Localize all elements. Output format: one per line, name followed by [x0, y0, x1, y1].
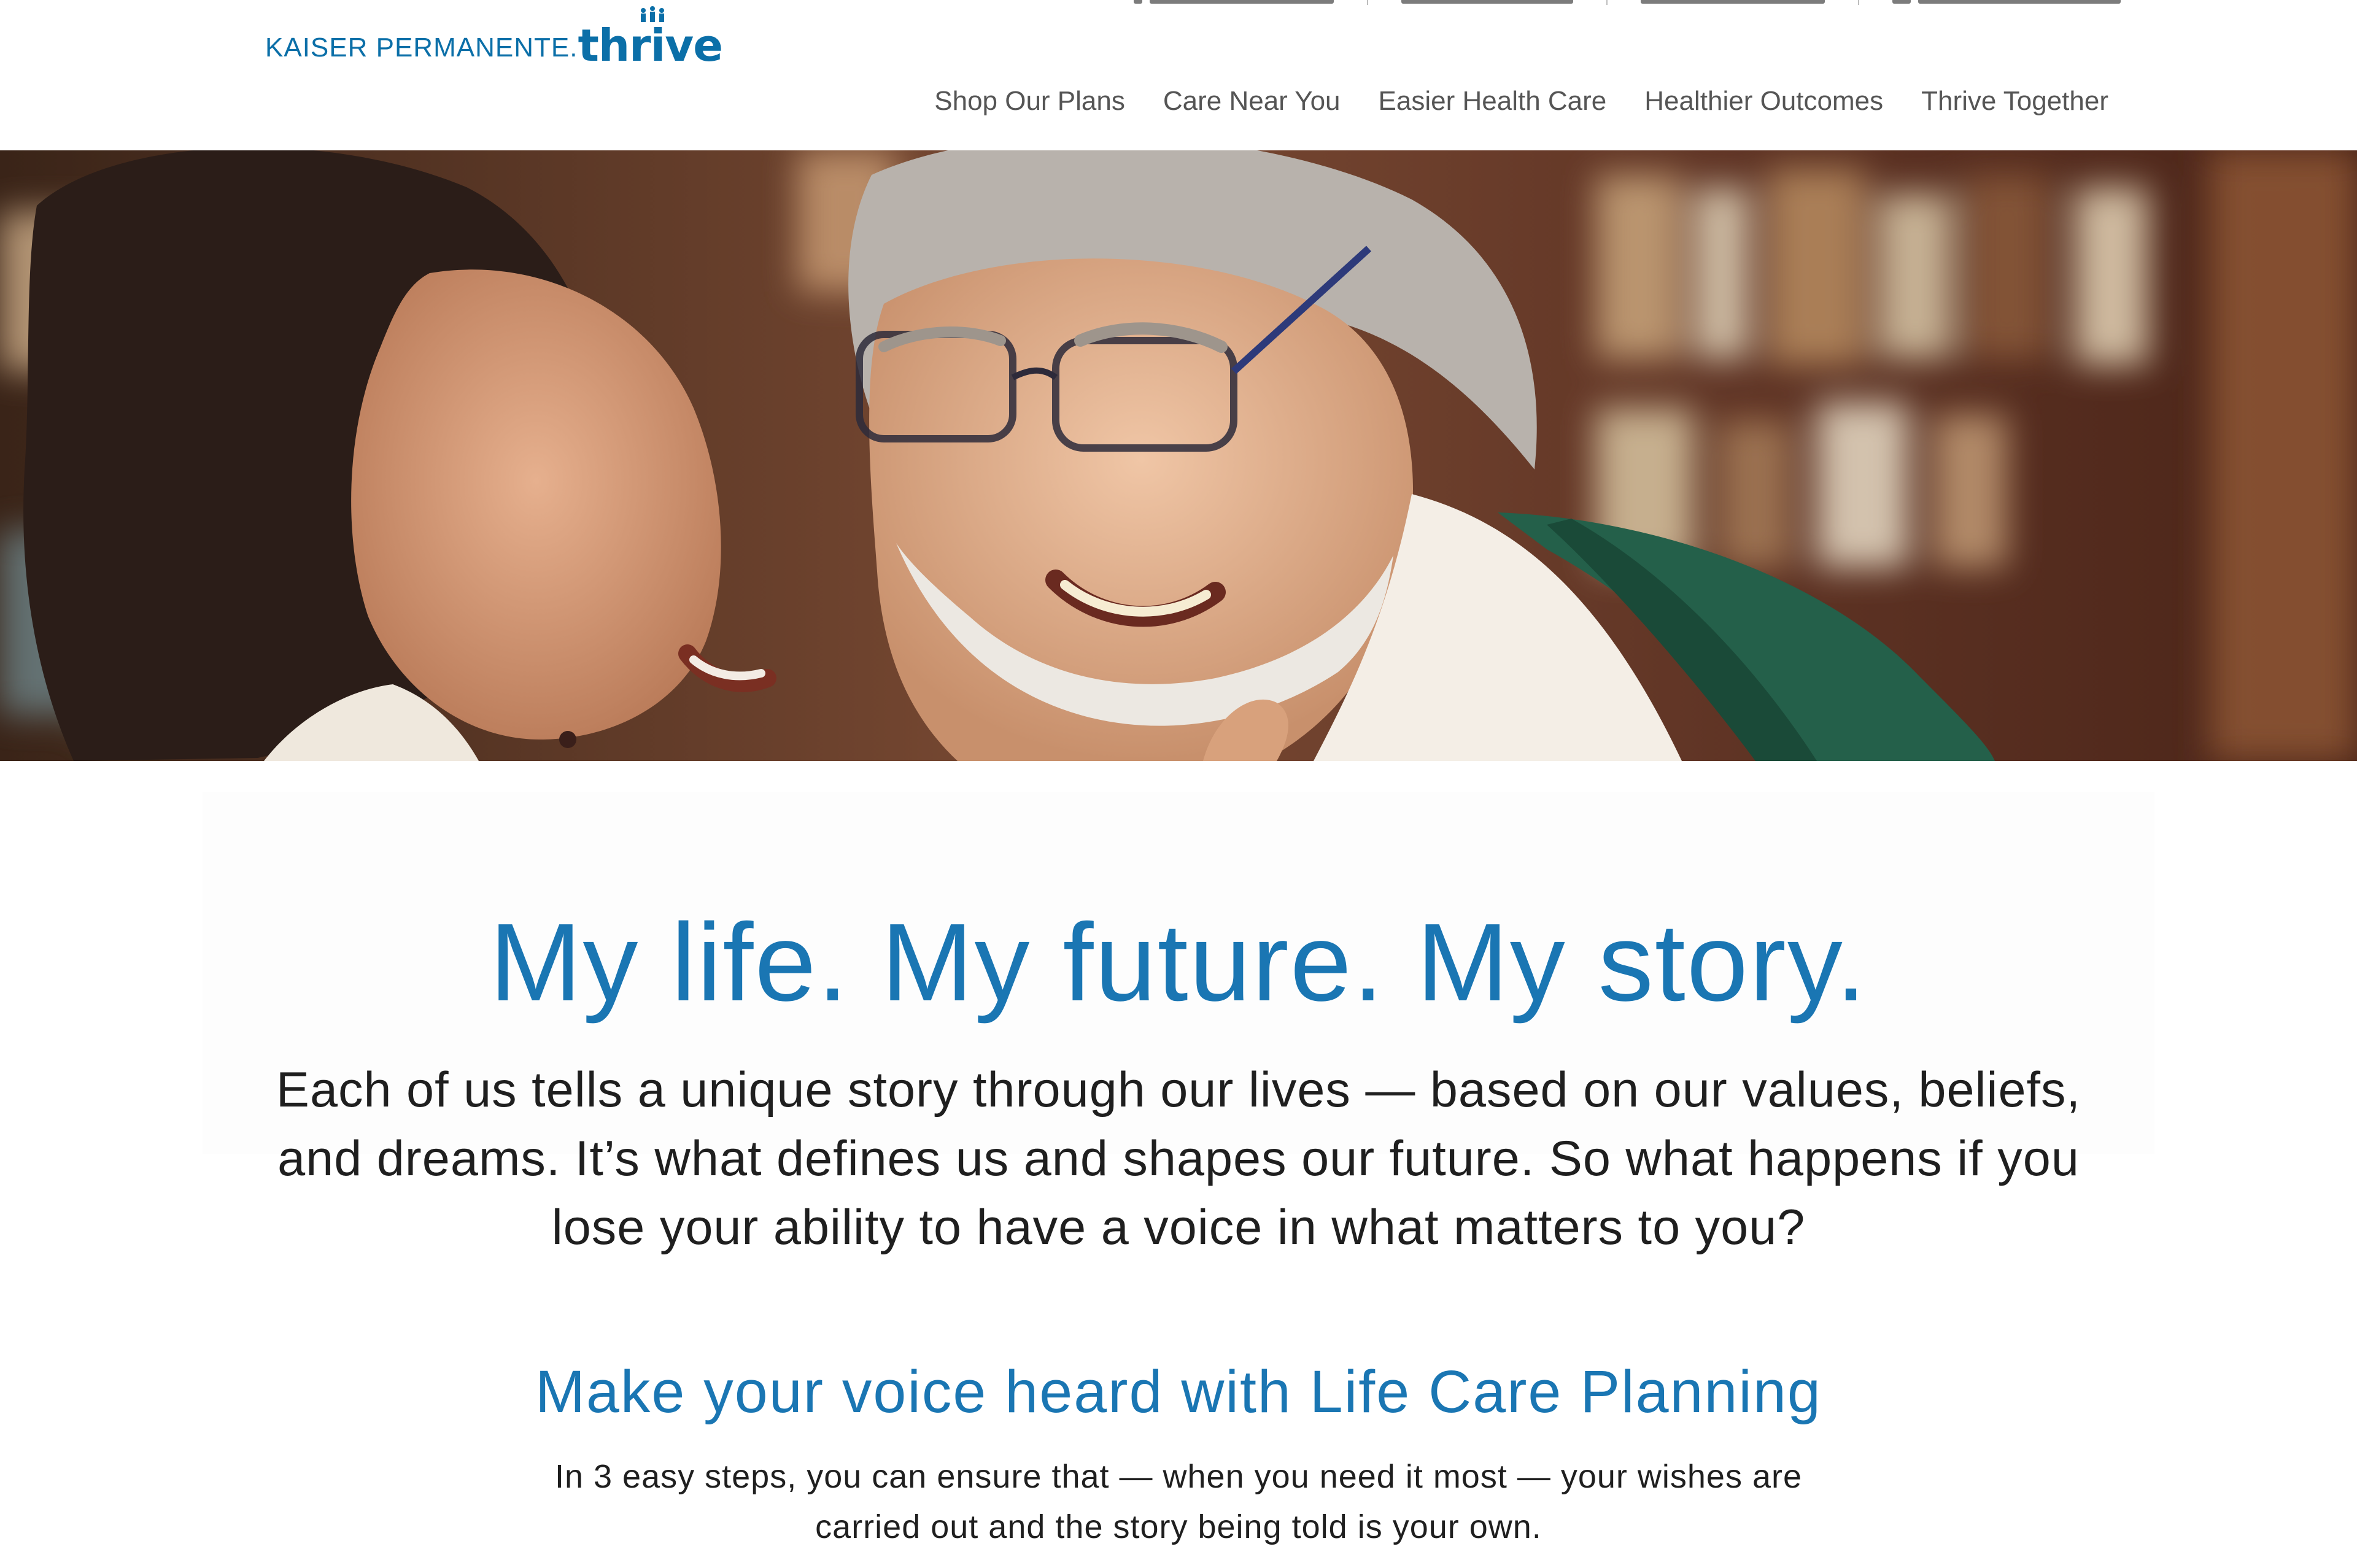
- hero-photo-illustration: [0, 150, 2357, 761]
- utility-link[interactable]: [1134, 0, 1334, 6]
- nav-care-near-you[interactable]: Care Near You: [1163, 86, 1341, 117]
- logo-kaiser-permanente: KAISER PERMANENTE.: [265, 33, 578, 63]
- divider: [1606, 0, 1608, 5]
- nav-thrive-together[interactable]: Thrive Together: [1921, 86, 2108, 117]
- logo-thrive: thrive: [578, 20, 723, 71]
- site-header: KAISER PERMANENTE. thrive Shop Our Plans…: [0, 0, 2357, 150]
- main-nav: Shop Our Plans Care Near You Easier Heal…: [934, 86, 2108, 117]
- utility-links: [1134, 0, 2121, 6]
- page: KAISER PERMANENTE. thrive Shop Our Plans…: [0, 0, 2357, 1568]
- utility-link[interactable]: [1401, 0, 1573, 6]
- people-icon: [641, 6, 665, 22]
- brand-logo[interactable]: KAISER PERMANENTE. thrive: [265, 0, 723, 71]
- divider: [1367, 0, 1368, 5]
- page-headline: My life. My future. My story.: [489, 901, 1868, 1024]
- utility-link[interactable]: [1641, 0, 1825, 6]
- nav-easier-health-care[interactable]: Easier Health Care: [1379, 86, 1607, 117]
- utility-link[interactable]: [1892, 0, 2121, 6]
- logo-thrive-wrap: thrive: [578, 6, 723, 71]
- hero-image: [0, 150, 2357, 761]
- nav-healthier-outcomes[interactable]: Healthier Outcomes: [1644, 86, 1883, 117]
- intro-paragraph: Each of us tells a unique story through …: [276, 1062, 2081, 1255]
- divider: [1858, 0, 1859, 5]
- section-subheading: Make your voice heard with Life Care Pla…: [535, 1358, 1822, 1425]
- nav-shop-our-plans[interactable]: Shop Our Plans: [934, 86, 1125, 117]
- steps-paragraph: In 3 easy steps, you can ensure that — w…: [554, 1458, 1803, 1545]
